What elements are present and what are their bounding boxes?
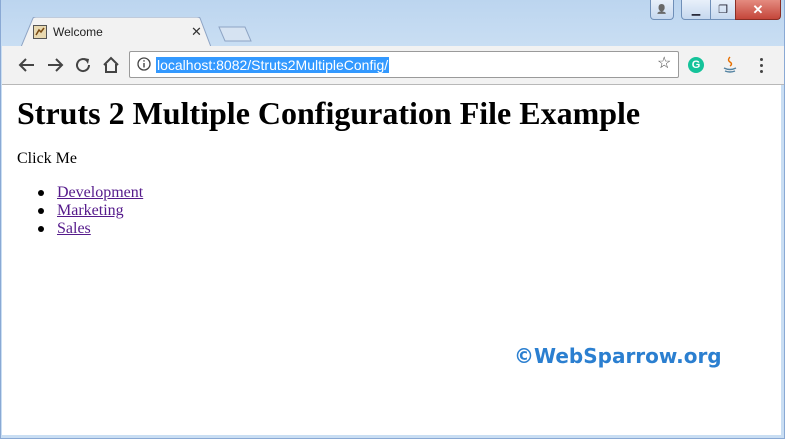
forward-button[interactable] <box>45 55 65 75</box>
reload-button[interactable] <box>73 55 93 75</box>
browser-toolbar: localhost:8082/Struts2MultipleConfig/ ☆ … <box>2 46 784 85</box>
maximize-icon: ❐ <box>718 4 728 16</box>
sales-link[interactable]: Sales <box>57 220 91 237</box>
info-icon[interactable] <box>137 57 151 71</box>
home-button[interactable] <box>101 55 121 75</box>
close-window-button[interactable]: ✕ <box>735 0 781 20</box>
page-content: Struts 2 Multiple Configuration File Exa… <box>2 85 781 435</box>
tomcat-favicon-icon <box>33 25 47 39</box>
grammarly-extension-icon[interactable]: G <box>688 57 704 73</box>
home-icon <box>103 56 119 73</box>
minimize-icon: ▁ <box>691 4 701 16</box>
menu-icon[interactable] <box>755 55 767 75</box>
minimize-button[interactable]: ▁ <box>681 0 711 20</box>
url-text[interactable]: localhost:8082/Struts2MultipleConfig/ <box>156 57 390 73</box>
browser-window: Welcome ✕ 👤 ▁ ❐ ✕ localhost:8082/Struts2… <box>0 0 785 439</box>
back-arrow-icon <box>18 58 34 72</box>
new-tab-button[interactable] <box>217 25 253 43</box>
maximize-button[interactable]: ❐ <box>710 0 736 20</box>
click-me-text: Click Me <box>17 150 77 167</box>
reload-icon <box>76 58 91 73</box>
tab-welcome[interactable]: Welcome ✕ <box>21 17 211 47</box>
profile-button[interactable]: 👤 <box>650 0 674 20</box>
tab-title: Welcome <box>53 25 103 39</box>
address-bar[interactable]: localhost:8082/Struts2MultipleConfig/ ☆ <box>129 51 679 78</box>
page-title: Struts 2 Multiple Configuration File Exa… <box>17 95 641 131</box>
tab-shape <box>21 17 211 47</box>
java-extension-icon[interactable] <box>721 55 739 75</box>
marketing-link[interactable]: Marketing <box>57 202 124 219</box>
close-icon: ✕ <box>752 1 764 17</box>
user-icon: 👤 <box>656 4 668 14</box>
forward-arrow-icon <box>48 58 64 72</box>
department-links: Development Marketing Sales <box>37 184 143 238</box>
bookmark-star-icon[interactable]: ☆ <box>657 56 671 72</box>
list-item: Development <box>37 184 143 202</box>
tab-strip: Welcome ✕ 👤 ▁ ❐ ✕ <box>1 0 784 47</box>
list-item: Sales <box>37 220 143 238</box>
watermark: ©WebSparrow.org <box>514 344 722 368</box>
back-button[interactable] <box>17 55 37 75</box>
development-link[interactable]: Development <box>57 184 143 201</box>
close-tab-icon[interactable]: ✕ <box>191 24 202 40</box>
list-item: Marketing <box>37 202 143 220</box>
